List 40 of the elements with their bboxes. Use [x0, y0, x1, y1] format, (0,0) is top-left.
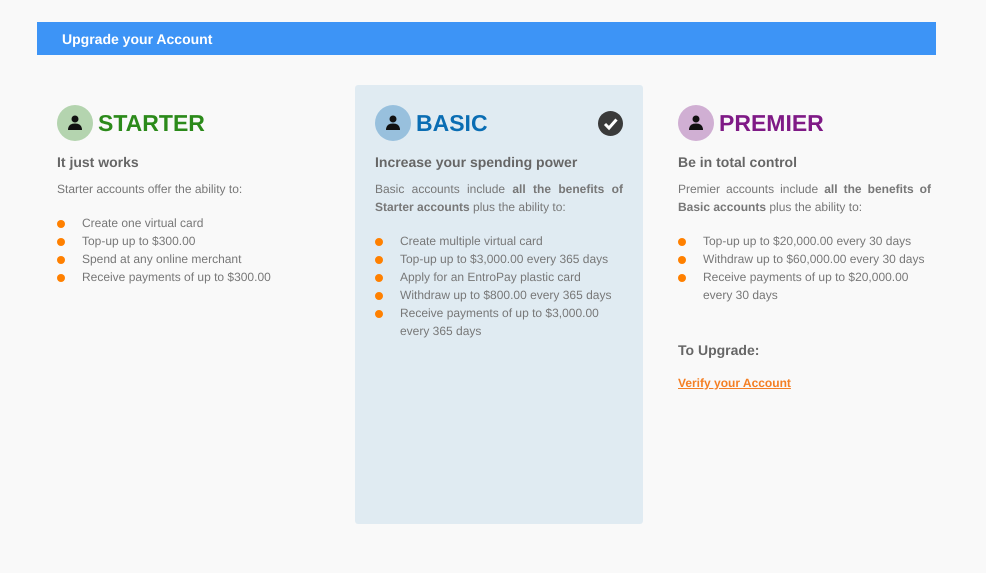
plan-tagline: Increase your spending power [375, 154, 578, 170]
bullet-icon [57, 256, 65, 264]
bullet-icon [375, 292, 383, 300]
user-icon [678, 105, 714, 141]
feature-text: Receive payments of up to $20,000.00 every 30 days [703, 269, 910, 304]
feature-text: Withdraw up to $60,000.00 every 30 days [703, 251, 924, 268]
bullet-icon [678, 256, 686, 264]
feature-text: Create multiple virtual card [400, 233, 543, 250]
bullet-icon [375, 310, 383, 318]
bullet-icon [57, 238, 65, 246]
plan-description: Basic accounts include all the benefits of Starter accounts plus the ability to: [375, 181, 623, 216]
plan-name: PREMIER [719, 110, 824, 136]
bullet-icon [375, 238, 383, 246]
user-icon [375, 105, 411, 141]
bullet-icon [57, 220, 65, 228]
verify-link[interactable]: Verify your Account [678, 376, 791, 390]
feature-text: Top-up up to $300.00 [82, 233, 196, 250]
check-icon [598, 110, 623, 136]
feature-text: Top-up up to $3,000.00 every 365 days [400, 251, 608, 268]
upgrade-heading: To Upgrade: [678, 342, 760, 358]
plan-description: Premier accounts include all the benefits of Basic accounts plus the ability to: [678, 181, 931, 216]
bullet-icon [375, 274, 383, 282]
bullet-icon [57, 274, 65, 282]
bullet-icon [375, 256, 383, 264]
feature-text: Withdraw up to $800.00 every 365 days [400, 287, 612, 304]
plan-description: Starter accounts offer the ability to: [57, 181, 244, 198]
bullet-icon [678, 238, 686, 246]
plan-name: STARTER [98, 110, 205, 136]
bullet-icon [678, 274, 686, 282]
feature-text: Receive payments of up to $3,000.00 every 365 days [400, 305, 600, 340]
plan-tagline: Be in total control [678, 154, 798, 170]
feature-text: Apply for an EntroPay plastic card [400, 269, 581, 286]
page-title: Upgrade your Account [62, 30, 212, 46]
plan-name: BASIC [416, 110, 488, 136]
feature-text: Create one virtual card [82, 215, 204, 232]
user-icon [57, 105, 93, 141]
feature-text: Receive payments of up to $300.00 [82, 269, 271, 286]
feature-text: Top-up up to $20,000.00 every 30 days [703, 233, 912, 250]
plan-tagline: It just works [57, 154, 140, 170]
feature-text: Spend at any online merchant [82, 251, 242, 268]
